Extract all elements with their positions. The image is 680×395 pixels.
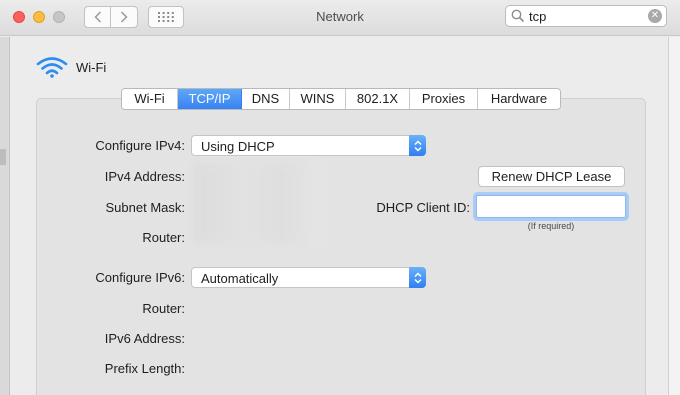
wifi-icon — [36, 57, 68, 78]
tab-proxies[interactable]: Proxies — [410, 89, 478, 109]
tab-wins[interactable]: WINS — [290, 89, 346, 109]
configure-ipv6-value: Automatically — [201, 271, 279, 286]
redacted-address-values — [193, 163, 323, 243]
ipv4-router-label: Router: — [142, 230, 185, 245]
popup-arrows-icon — [409, 135, 426, 156]
ipv4-address-label: IPv4 Address: — [104, 169, 185, 184]
configure-ipv6-popup[interactable]: Automatically — [191, 267, 426, 288]
tab-bar: Wi-Fi TCP/IP DNS WINS 802.1X Proxies Har… — [121, 88, 561, 110]
scrollbar-track[interactable] — [668, 37, 680, 395]
service-header: Wi-Fi — [36, 56, 106, 78]
subnet-mask-label: Subnet Mask: — [105, 200, 186, 215]
service-name: Wi-Fi — [76, 59, 107, 75]
tab-tcpip[interactable]: TCP/IP — [178, 89, 242, 109]
search-field[interactable]: tcp ✕ — [505, 5, 667, 27]
tab-hardware[interactable]: Hardware — [478, 89, 560, 109]
tab-8021x[interactable]: 802.1X — [346, 89, 410, 109]
renew-dhcp-lease-button[interactable]: Renew DHCP Lease — [478, 166, 625, 187]
dhcp-client-id-hint: (If required) — [527, 221, 575, 231]
configure-ipv6-label: Configure IPv6: — [95, 270, 185, 285]
dhcp-client-id-label: DHCP Client ID: — [376, 200, 470, 215]
dhcp-client-id-field[interactable] — [476, 195, 626, 218]
popup-arrows-icon — [409, 267, 426, 288]
configure-ipv4-label: Configure IPv4: — [95, 138, 185, 153]
title-bar: Network tcp ✕ — [0, 0, 680, 36]
configure-ipv4-value: Using DHCP — [201, 139, 275, 154]
ipv6-address-label: IPv6 Address: — [104, 331, 185, 346]
tab-dns[interactable]: DNS — [242, 89, 290, 109]
search-icon — [511, 9, 525, 23]
prefix-length-label: Prefix Length: — [104, 361, 185, 376]
tab-wifi[interactable]: Wi-Fi — [122, 89, 178, 109]
search-query[interactable]: tcp — [529, 9, 546, 24]
configure-ipv4-popup[interactable]: Using DHCP — [191, 135, 426, 156]
ipv6-router-label: Router: — [142, 301, 185, 316]
clear-search-icon[interactable]: ✕ — [648, 9, 662, 23]
